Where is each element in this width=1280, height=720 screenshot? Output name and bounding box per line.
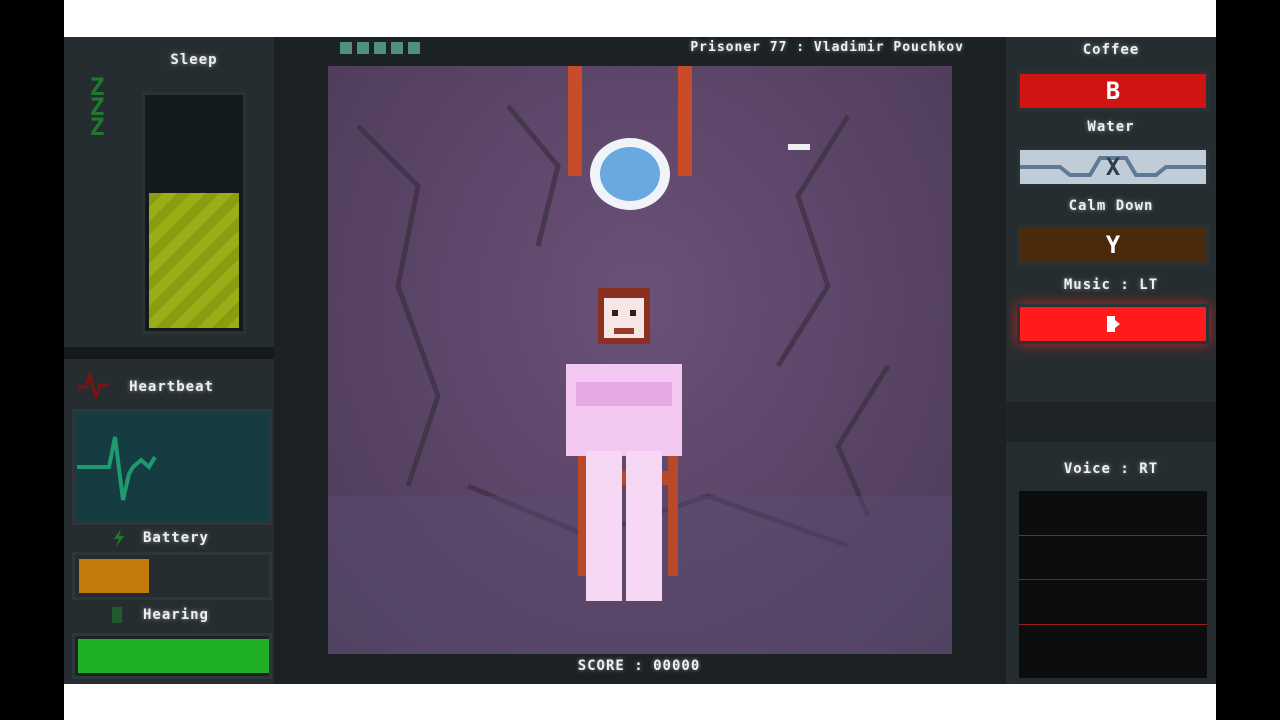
sleep-meter-fill — [149, 193, 239, 328]
progress-dot — [408, 42, 420, 54]
water-key: X — [1105, 153, 1121, 181]
battery-meter-fill — [79, 559, 149, 593]
sleep-meter — [142, 92, 246, 334]
hearing-label: Hearing — [142, 607, 209, 623]
coffee-label: Coffee — [1082, 42, 1140, 58]
left-divider — [64, 347, 274, 359]
heartbeat-monitor — [72, 409, 272, 525]
game-screen: Sleep ZZZ Heartbeat Battery Hearing Pris… — [64, 37, 1216, 684]
cell-artwork — [328, 66, 952, 654]
voice-threshold-line — [1019, 624, 1207, 625]
progress-dot — [374, 42, 386, 54]
battery-label: Battery — [142, 530, 209, 546]
score-display: SCORE : 00000 — [577, 658, 701, 674]
hearing-icon — [112, 607, 122, 623]
battery-icon — [114, 529, 124, 547]
music-button[interactable] — [1017, 304, 1209, 344]
progress-dots — [340, 42, 420, 54]
sleep-zzz-icon: ZZZ — [90, 73, 105, 141]
right-divider — [1006, 402, 1216, 442]
voice-baseline — [1019, 579, 1207, 580]
heartbeat-label: Heartbeat — [129, 379, 214, 395]
prison-cell-scene — [328, 66, 952, 654]
coffee-button[interactable]: B — [1017, 71, 1209, 111]
hearing-meter — [72, 633, 272, 679]
calm-down-key: Y — [1105, 231, 1121, 259]
play-icon — [1107, 316, 1120, 332]
progress-dot — [391, 42, 403, 54]
progress-dot — [357, 42, 369, 54]
water-label: Water — [1087, 119, 1135, 135]
calm-down-label: Calm Down — [1068, 198, 1154, 214]
letterbox-left — [0, 0, 64, 720]
prisoner-name: Prisoner 77 : Vladimir Pouchkov — [690, 40, 964, 55]
hearing-meter-fill — [78, 639, 269, 673]
progress-dot — [340, 42, 352, 54]
voice-monitor — [1016, 488, 1210, 681]
water-button[interactable]: X — [1017, 147, 1209, 187]
music-label: Music : LT — [1063, 277, 1159, 293]
heartbeat-icon — [78, 371, 110, 399]
voice-threshold-line — [1019, 535, 1207, 536]
sleep-label: Sleep — [170, 52, 218, 68]
voice-label: Voice : RT — [1063, 461, 1159, 477]
battery-meter — [72, 552, 272, 600]
heartbeat-wave — [77, 436, 157, 501]
coffee-key: B — [1105, 77, 1121, 105]
calm-down-button[interactable]: Y — [1017, 225, 1209, 265]
letterbox-right — [1216, 0, 1280, 720]
